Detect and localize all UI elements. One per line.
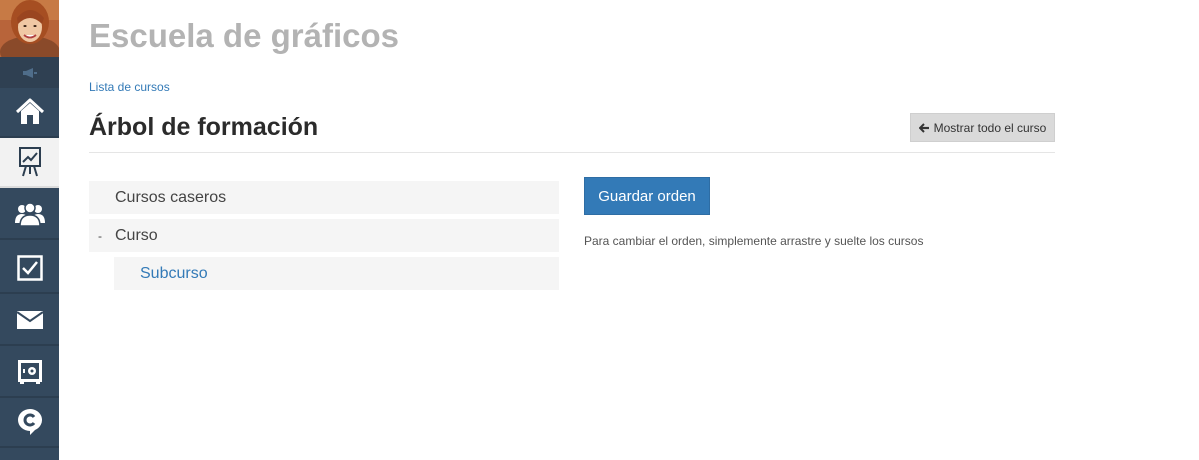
tree-item-label: Curso	[115, 226, 158, 244]
save-order-button[interactable]: Guardar orden	[584, 177, 710, 215]
sidebar-item-home[interactable]	[0, 88, 59, 138]
sidebar-item-users[interactable]	[0, 190, 59, 240]
show-all-courses-button[interactable]: Mostrar todo el curso	[910, 113, 1055, 142]
collapse-toggle[interactable]: -	[98, 229, 102, 243]
home-icon	[15, 98, 44, 124]
sidebar	[0, 0, 59, 460]
users-icon	[14, 202, 45, 227]
header-divider	[89, 152, 1055, 153]
tree-item-label: Cursos caseros	[115, 188, 227, 206]
help-text: Para cambiar el orden, simplemente arras…	[584, 234, 924, 248]
mail-icon	[16, 311, 43, 329]
show-all-courses-label: Mostrar todo el curso	[933, 120, 1047, 135]
tree-item-cursos-caseros[interactable]: Cursos caseros	[89, 181, 559, 214]
site-title: Escuela de gráficos	[89, 17, 399, 54]
avatar[interactable]	[0, 0, 59, 57]
arrow-left-icon	[918, 122, 929, 133]
megaphone-icon	[22, 67, 37, 78]
sidebar-item-tasks[interactable]	[0, 244, 59, 294]
chart-board-icon	[18, 147, 41, 177]
safe-icon	[17, 360, 42, 384]
sidebar-item-training[interactable]	[0, 138, 59, 188]
announcement-toggle[interactable]	[0, 57, 59, 88]
checkbox-icon	[16, 255, 43, 281]
tree-item-subcurso[interactable]: Subcurso	[114, 257, 559, 290]
tree-item-label: Subcurso	[140, 264, 208, 282]
breadcrumb-course-list[interactable]: Lista de cursos	[89, 80, 170, 94]
sidebar-item-safe[interactable]	[0, 348, 59, 398]
app-root: Escuela de gráficos Lista de cursos Árbo…	[0, 0, 1199, 460]
tree-item-curso[interactable]: - Curso	[89, 219, 559, 252]
sidebar-item-messages[interactable]	[0, 296, 59, 346]
page-title: Árbol de formación	[89, 113, 319, 141]
sidebar-item-chat[interactable]	[0, 398, 59, 448]
chat-c-icon	[17, 409, 42, 435]
user-photo-icon	[0, 0, 59, 57]
main-content: Escuela de gráficos Lista de cursos Árbo…	[89, 0, 1055, 460]
